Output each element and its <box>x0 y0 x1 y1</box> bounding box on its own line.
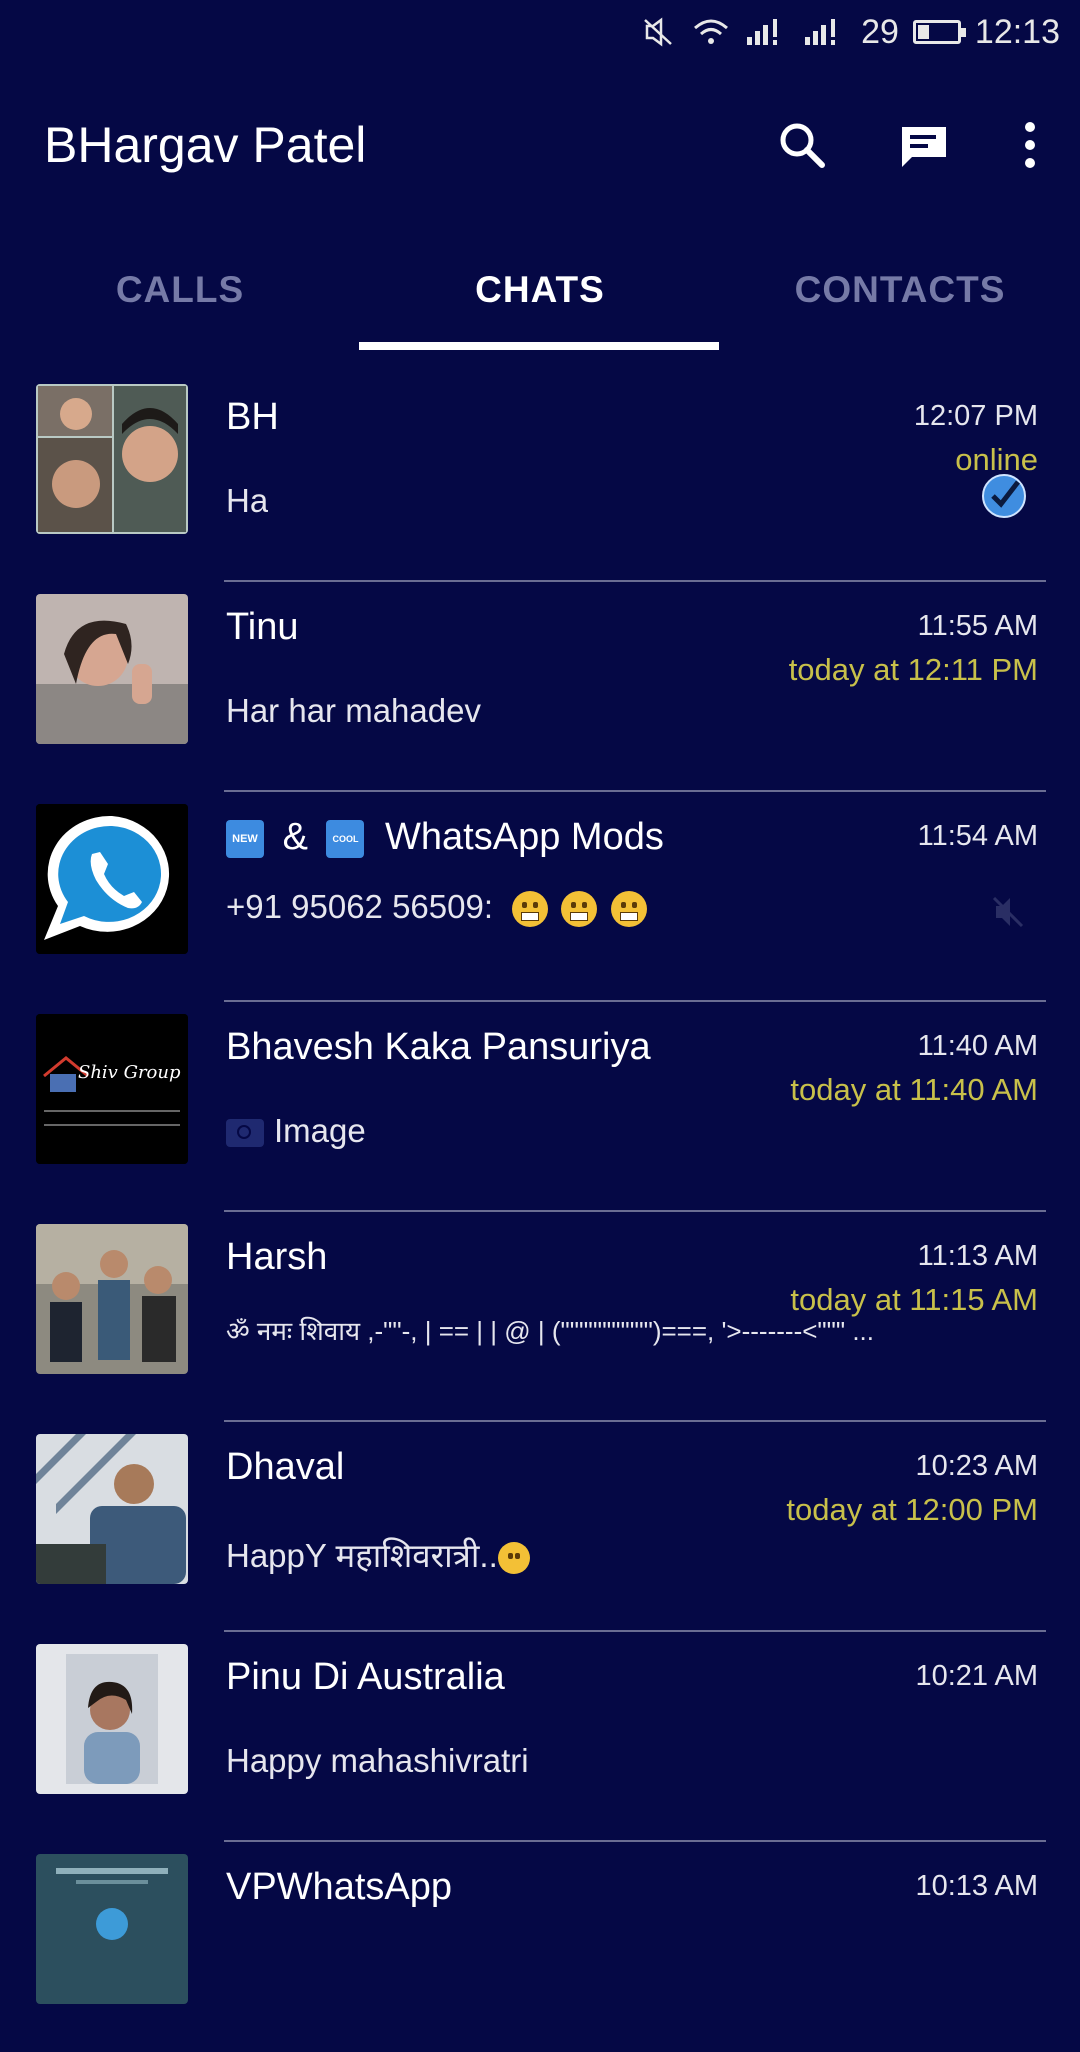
chat-last-message: ॐ नमः शिवाय ,-""-, | == | | @ | ("""""""… <box>226 1316 874 1346</box>
avatar[interactable] <box>36 1434 188 1584</box>
chat-last-seen: today at 11:40 AM <box>790 1072 1038 1107</box>
chat-time: 11:13 AM <box>917 1240 1038 1272</box>
cool-badge-icon: COOL <box>326 819 365 858</box>
avatar[interactable] <box>36 804 188 954</box>
chat-time: 11:40 AM <box>917 1030 1038 1062</box>
avatar[interactable] <box>36 1224 188 1374</box>
signal-icon-2 <box>803 17 847 47</box>
chat-time: 10:23 AM <box>915 1450 1038 1482</box>
chat-time: 11:54 AM <box>917 820 1038 852</box>
chat-row-pinu[interactable]: Pinu Di Australia Happy mahashivratri 10… <box>0 1632 1080 1842</box>
avatar[interactable]: Shiv Group <box>36 1014 188 1164</box>
status-bar: 29 12:13 <box>0 0 1080 64</box>
grimace-emoji-icon <box>610 891 647 928</box>
new-chat-icon[interactable] <box>898 119 950 171</box>
chat-time: 10:21 AM <box>915 1660 1038 1692</box>
active-tab-indicator <box>359 342 719 350</box>
app-bar: BHargav Patel <box>0 90 1080 200</box>
more-options-icon[interactable] <box>1020 119 1040 171</box>
chat-name: Pinu Di Australia <box>226 1656 505 1698</box>
clock: 12:13 <box>974 12 1060 51</box>
search-icon[interactable] <box>776 119 828 171</box>
chat-last-message: Har har mahadev <box>226 692 481 729</box>
wifi-icon <box>691 16 731 48</box>
grimace-emoji-icon <box>561 891 598 928</box>
avatar[interactable] <box>36 594 188 744</box>
chat-row-bhavesh[interactable]: Shiv Group Bhavesh Kaka Pansuriya Image … <box>0 1002 1080 1212</box>
svg-text:Shiv Group: Shiv Group <box>78 1062 181 1083</box>
chat-name: Dhaval <box>226 1446 345 1488</box>
chat-last-seen: today at 12:00 PM <box>786 1492 1038 1527</box>
chat-row-dhaval[interactable]: Dhaval HappY महाशिवरात्री.. 10:23 AM tod… <box>0 1422 1080 1632</box>
camera-icon <box>226 1119 264 1148</box>
chat-last-message: Ha <box>226 482 269 519</box>
signal-icon <box>745 17 789 47</box>
chat-name: Tinu <box>226 606 299 648</box>
chat-row-harsh[interactable]: Harsh ॐ नमः शिवाय ,-""-, | == | | @ | ("… <box>0 1212 1080 1422</box>
chat-name: Bhavesh Kaka Pansuriya <box>226 1026 651 1068</box>
blue-check-icon <box>980 472 1028 525</box>
smile-emoji-icon <box>497 1542 530 1575</box>
new-badge-icon: NEW <box>226 819 264 858</box>
chat-name: BH <box>226 396 279 438</box>
tab-chats[interactable]: CHATS <box>360 240 720 340</box>
chat-last-message: Happy mahashivratri <box>226 1742 529 1779</box>
chat-row-whatsapp-mods[interactable]: NEW & COOL WhatsApp Mods +91 95062 56509… <box>0 792 1080 1002</box>
tab-bar: CALLS CHATS CONTACTS <box>0 240 1080 352</box>
avatar[interactable] <box>36 1644 188 1794</box>
app-title: BHargav Patel <box>44 117 367 173</box>
chat-last-message: Image <box>226 1112 366 1150</box>
chat-name: Harsh <box>226 1236 328 1278</box>
battery-percent: 29 <box>861 12 899 51</box>
chat-row-vpwhatsapp[interactable]: VPWhatsApp 10:13 AM <box>0 1842 1080 2052</box>
chat-time: 12:07 PM <box>913 400 1038 432</box>
chat-last-seen: today at 12:11 PM <box>788 652 1038 687</box>
avatar[interactable] <box>36 384 188 534</box>
chat-last-seen: today at 11:15 AM <box>790 1282 1038 1317</box>
chat-last-message: +91 95062 56509: <box>226 888 651 928</box>
grimace-emoji-icon <box>512 891 549 928</box>
chat-time: 11:55 AM <box>917 610 1038 642</box>
tab-calls[interactable]: CALLS <box>0 240 360 340</box>
chat-name: VPWhatsApp <box>226 1866 452 1908</box>
app-actions <box>776 119 1040 171</box>
battery-icon <box>912 20 966 44</box>
mute-icon <box>988 892 1028 937</box>
chat-name: NEW & COOL WhatsApp Mods <box>226 816 664 859</box>
chat-time: 10:13 AM <box>915 1870 1038 1902</box>
chat-list: BH Ha 12:07 PM online Tinu Har har mahad… <box>0 372 1080 2052</box>
avatar[interactable] <box>36 1854 188 2004</box>
chat-row-bh[interactable]: BH Ha 12:07 PM online <box>0 372 1080 582</box>
chat-row-tinu[interactable]: Tinu Har har mahadev 11:55 AM today at 1… <box>0 582 1080 792</box>
tab-contacts[interactable]: CONTACTS <box>720 240 1080 340</box>
chat-last-message: HappY महाशिवरात्री.. <box>226 1532 534 1577</box>
mute-status-icon <box>641 16 677 48</box>
